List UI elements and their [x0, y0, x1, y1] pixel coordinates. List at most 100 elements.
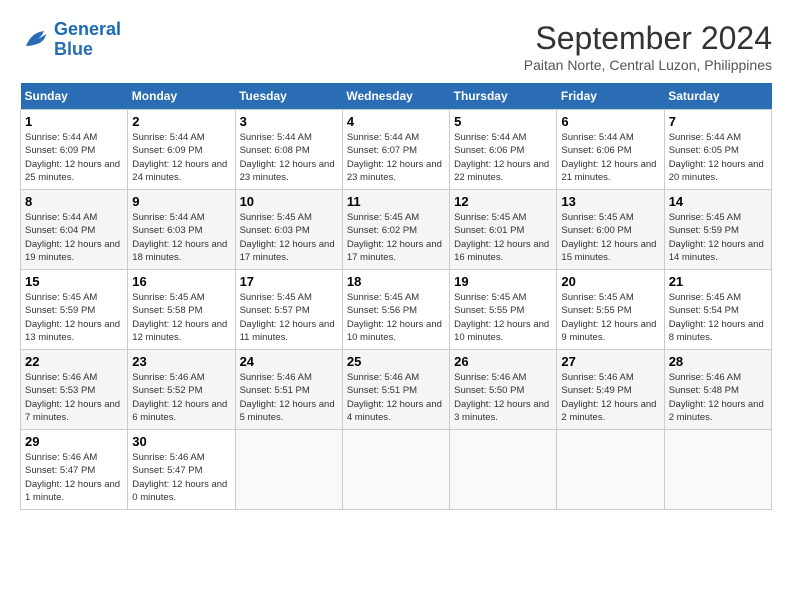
table-row: 6 Sunrise: 5:44 AMSunset: 6:06 PMDaylight… — [557, 110, 664, 190]
logo-icon — [20, 25, 50, 55]
table-row: 28 Sunrise: 5:46 AMSunset: 5:48 PMDayligh… — [664, 350, 771, 430]
day-number: 3 — [240, 114, 338, 129]
table-row: 27 Sunrise: 5:46 AMSunset: 5:49 PMDayligh… — [557, 350, 664, 430]
day-number: 9 — [132, 194, 230, 209]
table-row: 5 Sunrise: 5:44 AMSunset: 6:06 PMDaylight… — [450, 110, 557, 190]
day-info: Sunrise: 5:45 AMSunset: 5:57 PMDaylight:… — [240, 291, 338, 344]
day-number: 15 — [25, 274, 123, 289]
table-row: 10 Sunrise: 5:45 AMSunset: 6:03 PMDayligh… — [235, 190, 342, 270]
day-number: 23 — [132, 354, 230, 369]
day-number: 11 — [347, 194, 445, 209]
calendar-header-row: Sunday Monday Tuesday Wednesday Thursday… — [21, 83, 772, 110]
day-info: Sunrise: 5:46 AMSunset: 5:50 PMDaylight:… — [454, 371, 552, 424]
day-info: Sunrise: 5:44 AMSunset: 6:03 PMDaylight:… — [132, 211, 230, 264]
table-row: 13 Sunrise: 5:45 AMSunset: 6:00 PMDayligh… — [557, 190, 664, 270]
table-row: 15 Sunrise: 5:45 AMSunset: 5:59 PMDayligh… — [21, 270, 128, 350]
day-info: Sunrise: 5:45 AMSunset: 6:00 PMDaylight:… — [561, 211, 659, 264]
table-row: 25 Sunrise: 5:46 AMSunset: 5:51 PMDayligh… — [342, 350, 449, 430]
table-row: 9 Sunrise: 5:44 AMSunset: 6:03 PMDaylight… — [128, 190, 235, 270]
logo-text-general: General — [54, 20, 121, 40]
table-row: 4 Sunrise: 5:44 AMSunset: 6:07 PMDaylight… — [342, 110, 449, 190]
day-number: 16 — [132, 274, 230, 289]
day-number: 12 — [454, 194, 552, 209]
location-title: Paitan Norte, Central Luzon, Philippines — [524, 57, 772, 73]
table-row — [235, 430, 342, 510]
table-row: 1 Sunrise: 5:44 AMSunset: 6:09 PMDaylight… — [21, 110, 128, 190]
day-number: 25 — [347, 354, 445, 369]
day-number: 10 — [240, 194, 338, 209]
table-row — [342, 430, 449, 510]
day-number: 2 — [132, 114, 230, 129]
header-friday: Friday — [557, 83, 664, 110]
day-info: Sunrise: 5:45 AMSunset: 5:55 PMDaylight:… — [454, 291, 552, 344]
day-info: Sunrise: 5:44 AMSunset: 6:05 PMDaylight:… — [669, 131, 767, 184]
day-info: Sunrise: 5:45 AMSunset: 5:59 PMDaylight:… — [25, 291, 123, 344]
day-number: 13 — [561, 194, 659, 209]
logo: General Blue — [20, 20, 121, 60]
day-info: Sunrise: 5:44 AMSunset: 6:06 PMDaylight:… — [454, 131, 552, 184]
day-info: Sunrise: 5:44 AMSunset: 6:04 PMDaylight:… — [25, 211, 123, 264]
day-number: 30 — [132, 434, 230, 449]
day-info: Sunrise: 5:46 AMSunset: 5:51 PMDaylight:… — [347, 371, 445, 424]
day-info: Sunrise: 5:45 AMSunset: 6:02 PMDaylight:… — [347, 211, 445, 264]
day-info: Sunrise: 5:46 AMSunset: 5:49 PMDaylight:… — [561, 371, 659, 424]
day-number: 5 — [454, 114, 552, 129]
table-row: 23Sunrise: 5:46 AMSunset: 5:52 PMDayligh… — [128, 350, 235, 430]
day-info: Sunrise: 5:46 AMSunset: 5:47 PMDaylight:… — [132, 451, 230, 504]
table-row: 19 Sunrise: 5:45 AMSunset: 5:55 PMDayligh… — [450, 270, 557, 350]
day-number: 8 — [25, 194, 123, 209]
day-number: 22 — [25, 354, 123, 369]
header-saturday: Saturday — [664, 83, 771, 110]
day-number: 29 — [25, 434, 123, 449]
table-row: 3 Sunrise: 5:44 AMSunset: 6:08 PMDaylight… — [235, 110, 342, 190]
day-info: Sunrise: 5:44 AMSunset: 6:09 PMDaylight:… — [132, 131, 230, 184]
table-row: 29Sunrise: 5:46 AMSunset: 5:47 PMDayligh… — [21, 430, 128, 510]
day-info: Sunrise: 5:45 AMSunset: 5:58 PMDaylight:… — [132, 291, 230, 344]
day-info: Sunrise: 5:46 AMSunset: 5:48 PMDaylight:… — [669, 371, 767, 424]
table-row: 2 Sunrise: 5:44 AMSunset: 6:09 PMDaylight… — [128, 110, 235, 190]
day-info: Sunrise: 5:44 AMSunset: 6:08 PMDaylight:… — [240, 131, 338, 184]
day-info: Sunrise: 5:45 AMSunset: 6:01 PMDaylight:… — [454, 211, 552, 264]
header-sunday: Sunday — [21, 83, 128, 110]
table-row: 14Sunrise: 5:45 AMSunset: 5:59 PMDayligh… — [664, 190, 771, 270]
table-row: 20Sunrise: 5:45 AMSunset: 5:55 PMDayligh… — [557, 270, 664, 350]
title-area: September 2024 Paitan Norte, Central Luz… — [524, 20, 772, 73]
calendar-week-row: 29 Sunrise: 5:46 AMSunset: 5:47 PMDayligh… — [21, 430, 772, 510]
day-info: Sunrise: 5:44 AMSunset: 6:06 PMDaylight:… — [561, 131, 659, 184]
table-row — [557, 430, 664, 510]
day-number: 19 — [454, 274, 552, 289]
table-row: 16 Sunrise: 5:45 AMSunset: 5:58 PMDayligh… — [128, 270, 235, 350]
day-number: 7 — [669, 114, 767, 129]
day-number: 26 — [454, 354, 552, 369]
day-number: 1 — [25, 114, 123, 129]
table-row: 17Sunrise: 5:45 AMSunset: 5:57 PMDayligh… — [235, 270, 342, 350]
day-info: Sunrise: 5:45 AMSunset: 5:59 PMDaylight:… — [669, 211, 767, 264]
day-info: Sunrise: 5:46 AMSunset: 5:53 PMDaylight:… — [25, 371, 123, 424]
header-monday: Monday — [128, 83, 235, 110]
day-number: 21 — [669, 274, 767, 289]
day-number: 6 — [561, 114, 659, 129]
calendar-week-row: 8 Sunrise: 5:44 AMSunset: 6:04 PMDaylight… — [21, 190, 772, 270]
day-number: 20 — [561, 274, 659, 289]
day-number: 27 — [561, 354, 659, 369]
table-row: 26 Sunrise: 5:46 AMSunset: 5:50 PMDayligh… — [450, 350, 557, 430]
day-info: Sunrise: 5:45 AMSunset: 5:54 PMDaylight:… — [669, 291, 767, 344]
calendar-week-row: 15 Sunrise: 5:45 AMSunset: 5:59 PMDayligh… — [21, 270, 772, 350]
table-row: 22 Sunrise: 5:46 AMSunset: 5:53 PMDayligh… — [21, 350, 128, 430]
month-title: September 2024 — [524, 20, 772, 57]
header-thursday: Thursday — [450, 83, 557, 110]
table-row: 11 Sunrise: 5:45 AMSunset: 6:02 PMDayligh… — [342, 190, 449, 270]
day-info: Sunrise: 5:45 AMSunset: 6:03 PMDaylight:… — [240, 211, 338, 264]
calendar-week-row: 22 Sunrise: 5:46 AMSunset: 5:53 PMDayligh… — [21, 350, 772, 430]
day-info: Sunrise: 5:44 AMSunset: 6:09 PMDaylight:… — [25, 131, 123, 184]
table-row: 24Sunrise: 5:46 AMSunset: 5:51 PMDayligh… — [235, 350, 342, 430]
header: General Blue September 2024 Paitan Norte… — [20, 20, 772, 73]
table-row — [664, 430, 771, 510]
day-number: 28 — [669, 354, 767, 369]
day-info: Sunrise: 5:44 AMSunset: 6:07 PMDaylight:… — [347, 131, 445, 184]
day-number: 18 — [347, 274, 445, 289]
day-number: 4 — [347, 114, 445, 129]
calendar-week-row: 1 Sunrise: 5:44 AMSunset: 6:09 PMDaylight… — [21, 110, 772, 190]
table-row: 12 Sunrise: 5:45 AMSunset: 6:01 PMDayligh… — [450, 190, 557, 270]
day-number: 24 — [240, 354, 338, 369]
